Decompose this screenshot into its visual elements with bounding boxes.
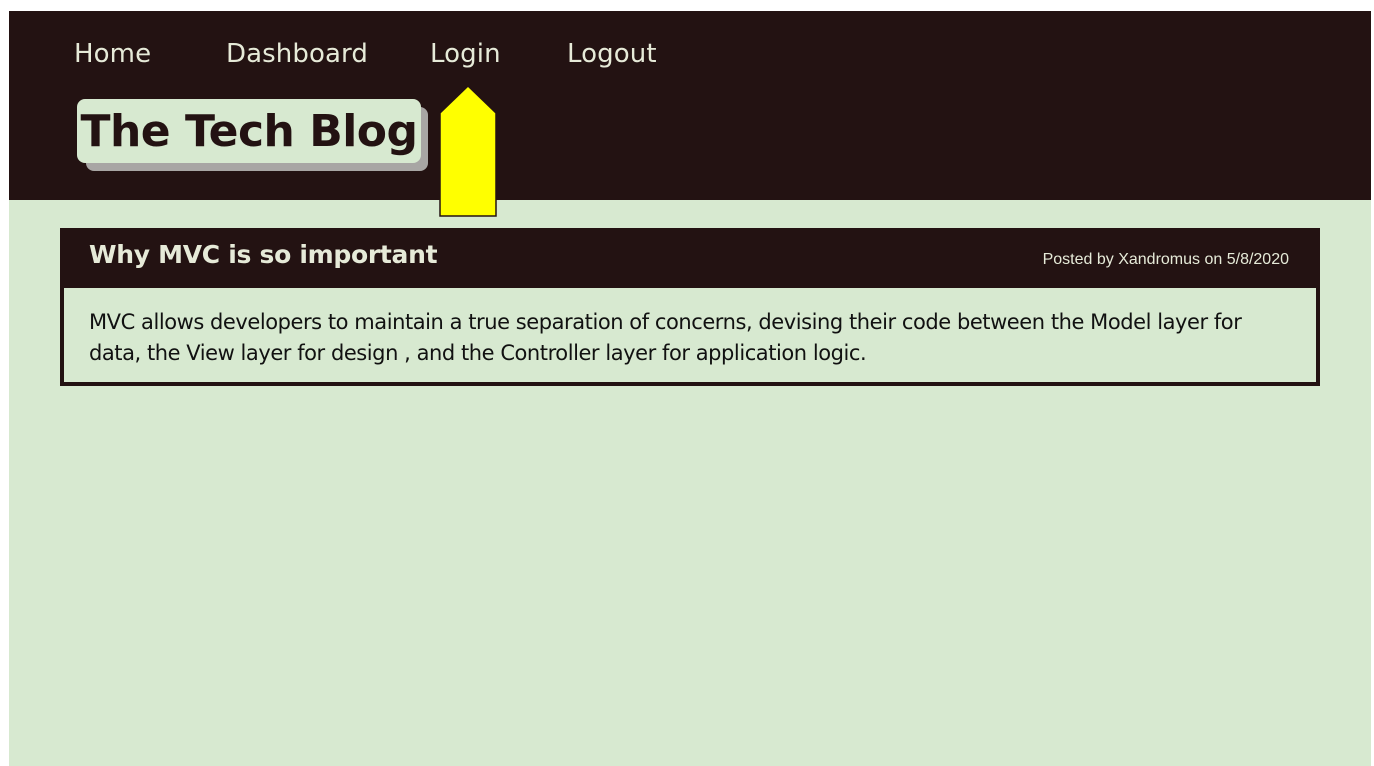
nav-link-logout[interactable]: Logout <box>567 37 657 71</box>
post-body: MVC allows developers to maintain a true… <box>89 310 1242 365</box>
post-title[interactable]: Why MVC is so important <box>89 240 438 269</box>
up-arrow-icon <box>439 85 497 217</box>
post-header: Why MVC is so important Posted by Xandro… <box>60 228 1320 288</box>
app-page: Home Dashboard Login Logout The Tech Blo… <box>9 11 1371 766</box>
post-card: Why MVC is so important Posted by Xandro… <box>60 228 1320 386</box>
site-header: Home Dashboard Login Logout The Tech Blo… <box>9 11 1371 200</box>
site-title: The Tech Blog <box>80 105 418 157</box>
post-meta: Posted by Xandromus on 5/8/2020 <box>1042 251 1289 268</box>
nav-link-home[interactable]: Home <box>74 37 151 71</box>
nav-link-login[interactable]: Login <box>430 37 501 71</box>
nav-link-dashboard[interactable]: Dashboard <box>226 37 368 71</box>
site-logo: The Tech Blog <box>77 99 421 163</box>
